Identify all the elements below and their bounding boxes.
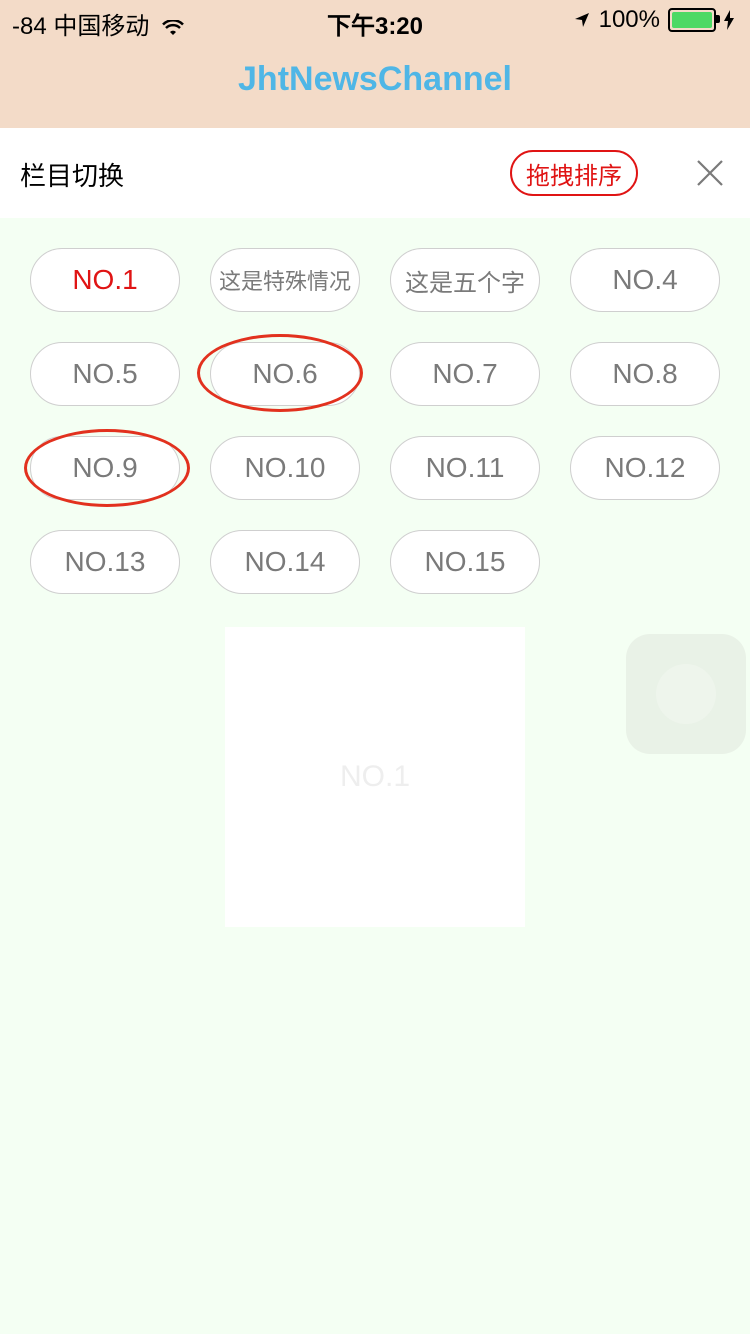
- channel-chip[interactable]: NO.9: [30, 436, 180, 500]
- channel-chip[interactable]: NO.1: [30, 248, 180, 312]
- assistive-touch-button[interactable]: [626, 634, 746, 754]
- top-bar: -84 中国移动 下午3:20 100% JhtNewsChannel: [0, 0, 750, 128]
- channel-chip[interactable]: NO.7: [390, 342, 540, 406]
- channel-chip[interactable]: NO.4: [570, 248, 720, 312]
- status-right: 100%: [573, 6, 734, 34]
- drag-sort-button[interactable]: 拖拽排序: [510, 150, 638, 196]
- channel-chip[interactable]: NO.10: [210, 436, 360, 500]
- status-bar: -84 中国移动 下午3:20 100%: [0, 0, 750, 40]
- channel-chip[interactable]: NO.5: [30, 342, 180, 406]
- channel-chip[interactable]: NO.12: [570, 436, 720, 500]
- channel-chip[interactable]: NO.14: [210, 530, 360, 594]
- channel-chip[interactable]: NO.11: [390, 436, 540, 500]
- charging-icon: [724, 10, 734, 30]
- channel-chip[interactable]: NO.6: [210, 342, 360, 406]
- close-icon: [697, 160, 723, 186]
- nav-title: JhtNewsChannel: [238, 60, 512, 98]
- battery-icon: [668, 8, 720, 32]
- channel-chip[interactable]: NO.8: [570, 342, 720, 406]
- location-arrow-icon: [574, 13, 589, 27]
- channel-chip[interactable]: 这是五个字: [390, 248, 540, 312]
- battery-percent: 100%: [598, 6, 660, 33]
- drag-preview-card: NO.1: [225, 627, 525, 927]
- drag-preview-label: NO.1: [339, 760, 411, 793]
- header-title: 栏目切换: [20, 162, 125, 192]
- channel-chip[interactable]: NO.13: [30, 530, 180, 594]
- close-button[interactable]: [690, 150, 730, 196]
- assistive-touch-icon: [656, 664, 716, 724]
- channel-chip[interactable]: 这是特殊情况: [210, 248, 360, 312]
- channel-chip[interactable]: NO.15: [390, 530, 540, 594]
